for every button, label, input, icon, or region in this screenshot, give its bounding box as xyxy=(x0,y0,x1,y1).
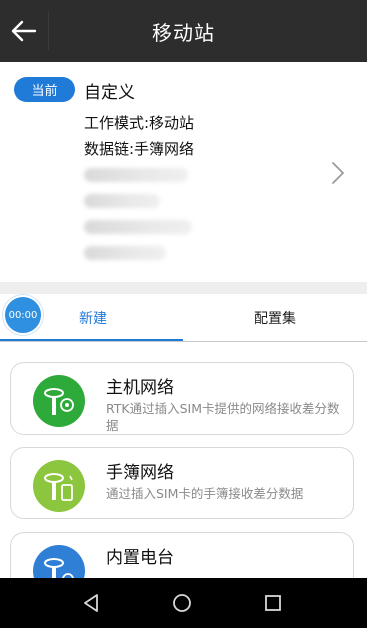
tab-config-set[interactable]: 配置集 xyxy=(220,294,330,341)
option-title: 主机网络 xyxy=(106,378,174,398)
blurred-info-line xyxy=(84,168,188,182)
profile-name: 自定义 xyxy=(84,83,135,103)
tab-new[interactable]: 新建 xyxy=(48,294,138,341)
option-desc: RTK通过插入SIM卡提供的网络接收差分数据 xyxy=(106,401,340,433)
nav-recents-icon xyxy=(265,595,281,611)
tab-bar: 新建 配置集 00:00 xyxy=(0,294,367,342)
blurred-info-line xyxy=(84,246,166,260)
app-bar: 移动站 xyxy=(0,0,367,62)
nav-back-button[interactable] xyxy=(66,578,116,628)
section-divider xyxy=(0,282,367,294)
current-badge: 当前 xyxy=(14,77,75,102)
nav-home-button[interactable] xyxy=(157,578,207,628)
chevron-right-icon[interactable] xyxy=(327,158,349,188)
data-link-text: 数据链:手簿网络 xyxy=(84,140,195,158)
option-handheld-network[interactable]: 手簿网络 通过插入SIM卡的手簿接收差分数据 xyxy=(10,447,354,519)
nav-back-icon xyxy=(84,594,98,612)
option-desc: 通过插入SIM卡的手簿接收差分数据 xyxy=(106,486,304,501)
receiver-network-icon xyxy=(33,375,85,427)
nav-home-icon xyxy=(173,594,191,612)
current-profile-card[interactable]: 当前 自定义 工作模式:移动站 数据链:手簿网络 xyxy=(0,62,367,282)
nav-recents-button[interactable] xyxy=(248,578,298,628)
option-host-network[interactable]: 主机网络 RTK通过插入SIM卡提供的网络接收差分数据 xyxy=(10,362,354,435)
timer-chip[interactable]: 00:00 xyxy=(3,295,43,335)
page-title: 移动站 xyxy=(152,20,215,45)
work-mode-text: 工作模式:移动站 xyxy=(84,114,195,132)
option-title: 手簿网络 xyxy=(106,463,174,483)
option-title: 内置电台 xyxy=(106,548,174,568)
receiver-handheld-icon xyxy=(33,460,85,512)
tab-indicator xyxy=(0,339,183,341)
system-nav-bar xyxy=(0,578,367,628)
blurred-info-line xyxy=(84,194,160,208)
blurred-info-line xyxy=(84,220,192,234)
